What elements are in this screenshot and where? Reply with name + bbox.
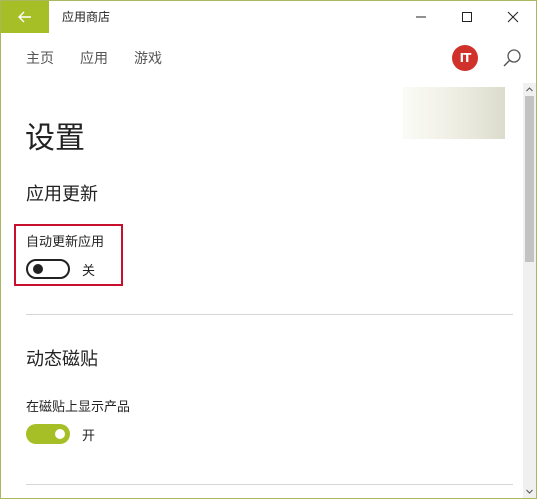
banner-image (403, 87, 505, 139)
minimize-button[interactable] (398, 1, 444, 33)
avatar-text: IT (459, 51, 472, 65)
minimize-icon (416, 16, 426, 18)
settings-content: 设置 应用更新 自动更新应用 关 动态磁贴 在磁贴上显示产品 开 (1, 83, 523, 498)
top-nav: 主页 应用 游戏 IT (1, 33, 536, 83)
scrollbar-thumb[interactable] (525, 96, 534, 262)
maximize-icon (462, 12, 472, 22)
section-title-app-updates: 应用更新 (26, 184, 98, 205)
vertical-scrollbar[interactable] (523, 83, 536, 498)
app-window: 应用商店 主页 应用 游戏 IT 设置 应用更新 自动更新应用 关 动态磁贴 在… (0, 0, 537, 499)
highlight-box (14, 224, 123, 286)
maximize-button[interactable] (444, 1, 490, 33)
toggle-knob (55, 429, 65, 439)
avatar[interactable]: IT (452, 45, 478, 71)
arrow-left-icon (18, 11, 31, 23)
close-icon (507, 11, 519, 23)
section-divider (26, 484, 513, 485)
search-button[interactable] (501, 47, 523, 69)
scroll-up-arrow-icon[interactable] (525, 85, 534, 94)
close-button[interactable] (490, 1, 536, 33)
show-products-label: 在磁贴上显示产品 (26, 400, 131, 415)
nav-games[interactable]: 游戏 (134, 48, 162, 68)
scroll-down-arrow-icon[interactable] (525, 487, 534, 496)
nav-home[interactable]: 主页 (26, 48, 54, 68)
show-products-toggle[interactable] (26, 424, 70, 444)
show-products-state: 开 (82, 429, 96, 444)
section-divider (26, 314, 513, 315)
title-bar: 应用商店 (1, 1, 536, 33)
search-icon (503, 49, 521, 67)
section-title-live-tiles: 动态磁贴 (26, 349, 98, 370)
back-button[interactable] (1, 1, 49, 33)
window-title: 应用商店 (62, 10, 111, 24)
nav-apps[interactable]: 应用 (80, 48, 108, 68)
page-title: 设置 (25, 121, 85, 156)
